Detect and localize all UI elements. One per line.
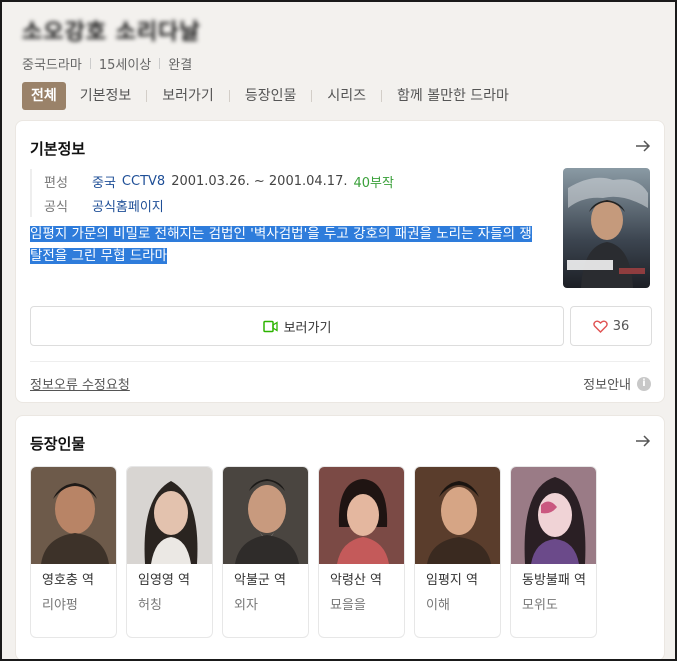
cast-item[interactable]: 임평지 역 이해 [414,466,501,638]
cast-item[interactable]: 임영영 역 허칭 [126,466,213,638]
meta-genre: 중국드라마 [22,58,82,73]
meta-divider [159,58,161,69]
cast-actor: 허칭 [138,598,162,613]
watch-button[interactable]: 보러가기 [30,306,564,346]
info-rows: 편성 중국 CCTV8 2001.03.26. ~ 2001.04.17. 40… [30,169,550,217]
channel-link[interactable]: CCTV8 [122,174,165,189]
tab-divider [381,90,382,102]
cast-item[interactable]: 영호충 역 리야펑 [30,466,117,638]
cast-list: 영호충 역 리야펑 임영영 역 허칭 악불군 역 외자 악령산 역 묘을을 임평… [30,466,597,638]
meta-rating: 15세이상 [98,58,152,73]
cast-role: 임평지 역 [426,573,478,588]
synopsis-line-2: 탈전을 그린 무협 드라마 [30,248,168,264]
broadcast-value: 중국 CCTV8 2001.03.26. ~ 2001.04.17. 40부작 [92,172,394,191]
broadcast-label: 편성 [44,175,68,191]
basic-info-card: 기본정보 편성 중국 CCTV8 2001.03.26. ~ 2001.04.1… [15,120,665,403]
cast-photo [31,467,116,564]
basic-info-title: 기본정보 [30,140,86,158]
cast-actor: 모위도 [522,598,558,613]
cast-card: 등장인물 영호충 역 리야펑 임영영 역 허칭 악불군 역 외자 악령산 역 묘… [15,415,665,659]
official-value: 공식홈페이지 [92,196,170,215]
synopsis: 임평지 가문의 비밀로 전해지는 검법인 '벽사검법'을 두고 강호의 패권을 … [30,223,560,267]
tab-basic-info[interactable]: 기본정보 [78,82,134,110]
tab-series[interactable]: 시리즈 [325,82,368,110]
cast-role: 동방불패 역 [522,573,586,588]
info-guide-label: 정보안내 [583,378,631,393]
cast-photo [511,467,596,564]
cast-photo [415,467,500,564]
tab-bar: 전체 기본정보 보러가기 등장인물 시리즈 함께 볼만한 드라마 [22,82,662,110]
cast-role: 영호충 역 [42,573,94,588]
cast-photo [319,467,404,564]
heart-icon [592,320,608,333]
country-link[interactable]: 중국 [92,172,116,191]
page-header: 소오강호 소리다날 중국드라마 15세이상 완결 전체 기본정보 보러가기 등장… [22,18,662,110]
cast-title: 등장인물 [30,435,86,453]
official-site-link[interactable]: 공식홈페이지 [92,196,164,215]
page-frame: 소오강호 소리다날 중국드라마 15세이상 완결 전체 기본정보 보러가기 등장… [0,0,677,661]
cast-photo [127,467,212,564]
page-title: 소오강호 소리다날 [22,20,201,45]
cast-actor: 묘을을 [330,598,366,613]
synopsis-line-1: 임평지 가문의 비밀로 전해지는 검법인 '벽사검법'을 두고 강호의 패권을 … [30,226,532,242]
tab-similar[interactable]: 함께 볼만한 드라마 [395,82,511,110]
air-dates: 2001.03.26. ~ 2001.04.17. [171,173,348,189]
cast-actor: 이해 [426,598,450,613]
card-divider [30,361,650,362]
cast-actor: 리야펑 [42,598,78,613]
episode-count: 40부작 [353,175,394,191]
tab-all[interactable]: 전체 [22,82,66,110]
broadcast-row: 편성 중국 CCTV8 2001.03.26. ~ 2001.04.17. 40… [44,169,550,193]
tab-cast[interactable]: 등장인물 [243,82,299,110]
cast-item[interactable]: 악불군 역 외자 [222,466,309,638]
meta-line: 중국드라마 15세이상 완결 [22,54,662,73]
arrow-right-icon[interactable] [635,138,651,154]
cast-item[interactable]: 동방불패 역 모위도 [510,466,597,638]
info-guide-button[interactable]: 정보안내 i [583,374,651,393]
meta-status: 완결 [168,58,193,73]
cast-photo [223,467,308,564]
like-count: 36 [612,318,630,334]
tab-divider [311,90,313,102]
poster-image[interactable] [563,168,650,288]
cast-item[interactable]: 악령산 역 묘을을 [318,466,405,638]
video-icon [262,320,278,332]
watch-label: 보러가기 [283,320,332,336]
official-label: 공식 [44,199,68,215]
cast-role: 악령산 역 [330,573,382,588]
info-icon: i [637,376,651,391]
tab-watch[interactable]: 보러가기 [160,82,216,110]
report-error-link[interactable]: 정보오류 수정요청 [30,374,130,393]
cast-role: 악불군 역 [234,573,286,588]
cast-role: 임영영 역 [138,573,190,588]
official-row: 공식 공식홈페이지 [44,193,550,217]
cast-actor: 외자 [234,598,258,613]
tab-divider [228,90,230,102]
like-button[interactable]: 36 [570,306,652,346]
tab-divider [146,90,148,102]
meta-divider [89,58,91,69]
arrow-right-icon[interactable] [635,433,651,449]
